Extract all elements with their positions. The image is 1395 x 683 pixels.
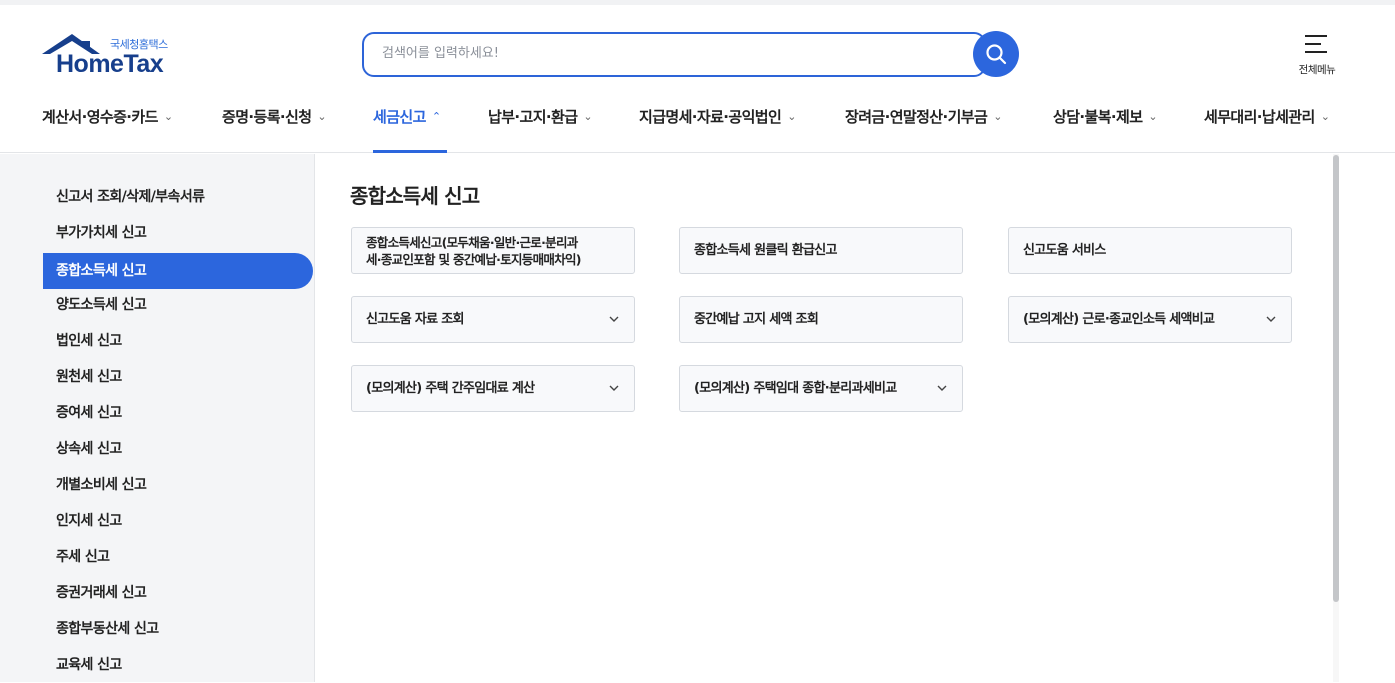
sidebar-item-vat[interactable]: 부가가치세 신고 [43,215,313,251]
nav-item-certificate[interactable]: 증명·등록·신청 ⌄ [222,106,327,127]
page-title: 종합소득세 신고 [350,184,480,208]
chevron-up-icon: ⌃ [431,110,441,123]
nav-item-consulting[interactable]: 상담·불복·제보 ⌄ [1053,106,1158,127]
nav-item-invoice[interactable]: 계산서·영수증·카드 ⌄ [42,106,173,127]
chevron-down-icon: ⌄ [1148,110,1158,123]
chevron-down-icon: ⌄ [787,110,796,123]
sidebar-item-inheritance[interactable]: 상속세 신고 [43,431,313,467]
main-nav: 계산서·영수증·카드 ⌄ 증명·등록·신청 ⌄ 세금신고 ⌃ 납부·고지·환급 ⌄ 지급… [0,96,1395,153]
chevron-down-icon: ⌄ [583,110,593,123]
card-sim-labor-religious[interactable]: (모의계산) 근로·종교인소득 세액비교 [1008,296,1292,343]
all-menu-label: 전체메뉴 [1298,64,1336,76]
sidebar-item-real-estate[interactable]: 종합부동산세 신고 [43,611,313,647]
sidebar-item-gift-tax[interactable]: 증여세 신고 [43,395,313,431]
all-menu-button[interactable]: 전체메뉴 [1290,33,1344,77]
sidebar-item-education[interactable]: 교육세 신고 [43,647,313,683]
card-sim-rental-comparison[interactable]: (모의계산) 주택임대 종합·분리과세비교 [679,365,963,412]
nav-active-underline [373,150,447,153]
sidebar-item-return-inquiry[interactable]: 신고서 조회/삭제/부속서류 [43,179,313,215]
card-interim-payment-inquiry[interactable]: 중간예납 고지 세액 조회 [679,296,963,343]
sidebar-item-corporate-tax[interactable]: 법인세 신고 [43,323,313,359]
nav-item-tax-agent[interactable]: 세무대리·납세관리 ⌄ [1204,106,1330,127]
search-box [362,32,986,77]
hometax-logo[interactable]: 국세청홈택스 HomeTax [42,34,182,78]
nav-item-payment-statement[interactable]: 지급명세·자료·공익법인 ⌄ [639,106,796,127]
sidebar: 신고서 조회/삭제/부속서류 부가가치세 신고 종합소득세 신고 양도소득세 신… [0,154,315,682]
nav-item-payment[interactable]: 납부·고지·환급 ⌄ [488,106,593,127]
card-filing-help-data[interactable]: 신고도움 자료 조회 [351,296,635,343]
card-filing-help-service[interactable]: 신고도움 서비스 [1008,227,1292,274]
sidebar-item-capital-gains[interactable]: 양도소득세 신고 [43,287,313,323]
scrollbar-thumb[interactable] [1333,155,1339,602]
chevron-down-icon [937,385,947,391]
sidebar-item-income-tax[interactable]: 종합소득세 신고 [43,253,313,289]
sidebar-item-stamp[interactable]: 인지세 신고 [43,503,313,539]
chevron-down-icon: ⌄ [1320,110,1330,123]
sidebar-item-withholding[interactable]: 원천세 신고 [43,359,313,395]
sidebar-item-securities[interactable]: 증권거래세 신고 [43,575,313,611]
chevron-down-icon: ⌄ [993,110,1002,123]
sidebar-item-liquor[interactable]: 주세 신고 [43,539,313,575]
nav-item-tax-filing[interactable]: 세금신고 ⌃ [373,106,441,127]
sidebar-item-excise[interactable]: 개별소비세 신고 [43,467,313,503]
top-strip [0,0,1395,5]
card-income-tax-filing[interactable]: 종합소득세신고(모두채움·일반·근로·분리과 세·종교인포함 및 중간예납·토지… [351,227,635,274]
card-one-click-refund[interactable]: 종합소득세 원클릭 환급신고 [679,227,963,274]
logo-wordmark: HomeTax [56,50,164,78]
search-icon [986,44,1007,65]
chevron-down-icon [1266,316,1276,322]
nav-item-incentive[interactable]: 장려금·연말정산·기부금 ⌄ [845,106,1002,127]
chevron-down-icon [609,385,619,391]
chevron-down-icon [609,316,619,322]
search-input[interactable] [382,46,942,61]
chevron-down-icon: ⌄ [317,110,327,123]
chevron-down-icon: ⌄ [163,110,173,123]
search-button[interactable] [973,31,1019,77]
card-sim-deemed-rent[interactable]: (모의계산) 주택 간주임대료 계산 [351,365,635,412]
hamburger-icon [1305,35,1327,37]
